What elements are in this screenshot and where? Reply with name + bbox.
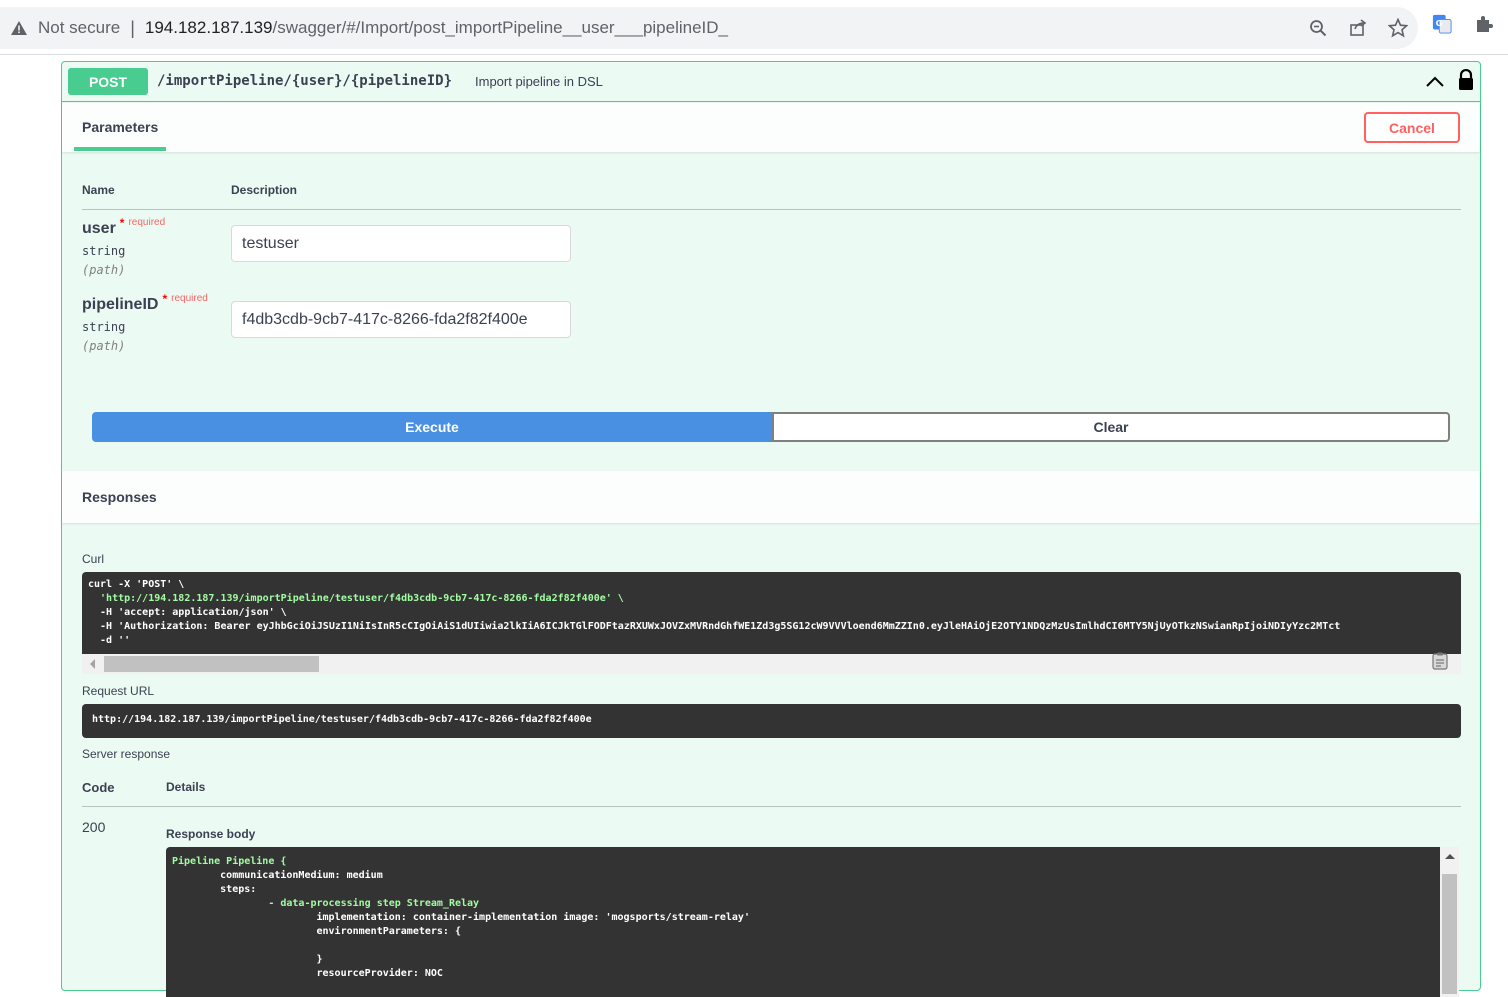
url-separator: | [130,17,135,38]
tab-underline [74,147,166,151]
required-star: * [162,292,168,306]
execute-button[interactable]: Execute [92,412,772,442]
param-user-location: (path) [82,263,126,277]
scroll-up-arrow-icon[interactable] [1445,854,1455,859]
body-line: communicationMedium: medium [172,870,383,881]
responses-header: Responses [62,471,1480,523]
vertical-scrollbar[interactable] [1440,847,1459,997]
svg-text:G: G [1436,18,1443,28]
body-line: environmentParameters: { [172,926,461,937]
scroll-left-arrow-icon[interactable] [90,659,95,669]
scroll-thumb[interactable] [1442,874,1457,994]
required-star: * [119,216,125,230]
body-line: - data-processing step Stream_Relay [172,898,480,909]
column-header-description: Description [231,183,298,197]
param-user-name: user * required [82,216,166,238]
param-pipelineid-type: string [82,320,126,334]
curl-line: curl -X 'POST' \ [88,579,185,590]
scroll-thumb[interactable] [104,656,319,672]
chevron-up-icon[interactable] [1424,72,1446,92]
curl-label: Curl [82,552,105,566]
browser-toolbar: Not secure | 194.182.187.139/swagger/#/I… [0,0,1508,55]
responses-title: Responses [82,489,157,505]
operation-block: POST /importPipeline/{user}/{pipelineID}… [61,61,1481,997]
curl-line: 'http://194.182.187.139/importPipeline/t… [88,593,624,604]
bookmark-star-icon[interactable] [1388,18,1408,38]
translate-extension-icon[interactable]: G [1432,14,1452,34]
divider [82,209,1461,210]
param-pipelineid-location: (path) [82,339,126,353]
lock-icon[interactable] [1457,69,1475,91]
required-label: required [128,217,166,228]
http-method-badge: POST [68,68,148,95]
cancel-button[interactable]: Cancel [1364,112,1460,143]
param-name-text: user [82,220,116,237]
details-column-header: Details [166,780,206,794]
security-label[interactable]: Not secure [38,18,120,38]
tab-parameters[interactable]: Parameters [82,119,158,135]
body-line: implementation: container-implementation… [172,912,750,923]
body-line: Pipeline Pipeline { [172,856,287,867]
warning-icon[interactable] [10,19,28,37]
url-path: /swagger/#/Import/post_importPipeline__u… [272,18,729,37]
curl-line: -d '' [88,635,131,646]
body-line: } [172,954,323,965]
param-name-text: pipelineID [82,296,159,313]
body-line: steps: [172,884,257,895]
parameters-header: Parameters Cancel [62,103,1480,152]
response-body-block[interactable]: Pipeline Pipeline { communicationMedium:… [166,847,1459,997]
address-bar[interactable]: Not secure | 194.182.187.139/swagger/#/I… [0,7,1418,49]
code-column-header: Code [82,780,115,795]
share-icon[interactable] [1348,18,1368,38]
clear-button[interactable]: Clear [772,412,1450,442]
operation-summary[interactable]: POST /importPipeline/{user}/{pipelineID}… [62,62,1480,102]
operation-description: Import pipeline in DSL [475,74,603,89]
curl-line: -H 'accept: application/json' \ [88,607,287,618]
request-url-label: Request URL [82,684,155,698]
curl-line: -H 'Authorization: Bearer eyJhbGciOiJSUz… [88,621,1341,632]
pipelineid-input[interactable] [231,301,571,338]
extensions-puzzle-icon[interactable] [1474,14,1494,34]
response-status-code: 200 [82,819,106,835]
copy-to-clipboard-icon[interactable] [1430,651,1450,671]
curl-code-block[interactable]: curl -X 'POST' \ 'http://194.182.187.139… [82,572,1461,654]
horizontal-scrollbar[interactable] [82,654,1461,674]
param-user-type: string [82,244,126,258]
url-text[interactable]: 194.182.187.139/swagger/#/Import/post_im… [145,18,728,38]
divider [82,806,1461,807]
param-pipelineid-name: pipelineID * required [82,292,208,314]
server-response-label: Server response [82,747,171,761]
operation-path: /importPipeline/{user}/{pipelineID} [157,73,453,89]
zoom-icon[interactable] [1308,18,1328,38]
request-url-block[interactable]: http://194.182.187.139/importPipeline/te… [82,704,1461,738]
column-header-name: Name [82,183,115,197]
user-input[interactable] [231,225,571,262]
required-label: required [171,293,208,304]
url-host: 194.182.187.139 [144,18,273,37]
response-body-label: Response body [166,827,256,841]
